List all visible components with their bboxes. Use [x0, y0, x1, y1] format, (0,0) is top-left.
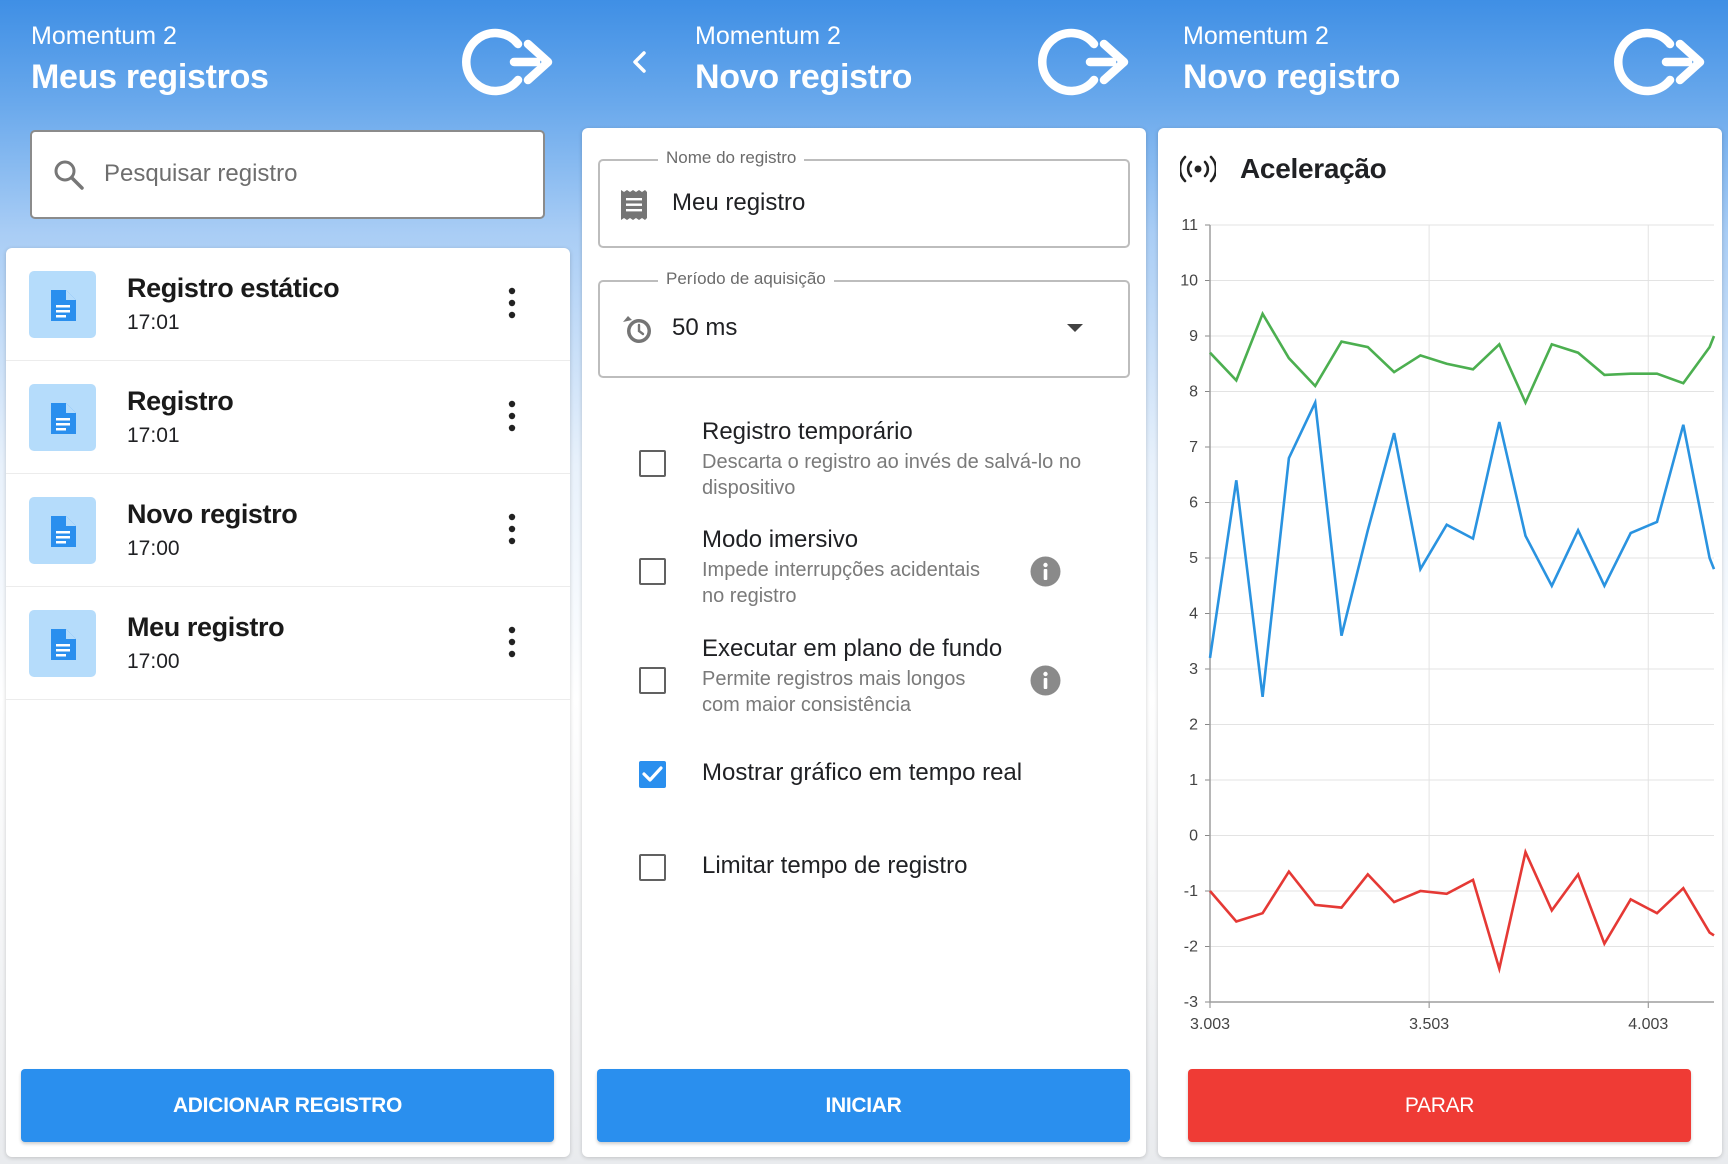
y-tick-label: 1	[1189, 772, 1198, 789]
file-document-icon	[29, 384, 96, 451]
info-icon[interactable]	[1030, 665, 1061, 696]
app-name: Momentum 2	[31, 22, 177, 50]
option-title: Limitar tempo de registro	[702, 852, 968, 879]
record-time: 17:00	[127, 537, 180, 560]
acceleration-chart: -3 -2 -1 0 1 2 3 4 5 6 7 8 9 10 11 3.003 3.503 4.003	[1180, 217, 1716, 1033]
series-line-3	[1209, 848, 1715, 974]
acquisition-period-value: 50 ms	[672, 314, 738, 341]
more-options-icon[interactable]	[501, 512, 523, 546]
option-description: Descarta o registro ao invés de salvá-lo…	[702, 451, 1082, 473]
y-tick-label: 8	[1189, 384, 1198, 401]
x-tick-label: 3.003	[1190, 1016, 1230, 1033]
record-time: 17:01	[127, 311, 180, 334]
record-title: Meu registro	[127, 612, 285, 642]
recording-screen: Momentum 2 Novo registro Aceleração -3 -2…	[1152, 0, 1728, 1164]
y-tick-label: 2	[1189, 717, 1198, 734]
more-options-icon[interactable]	[501, 286, 523, 320]
y-tick-label: -2	[1184, 939, 1198, 956]
chart-title: Aceleração	[1240, 153, 1387, 184]
info-icon[interactable]	[1030, 556, 1061, 587]
app-name: Momentum 2	[1183, 22, 1329, 50]
record-title: Registro	[127, 386, 234, 416]
y-tick-label: -1	[1184, 883, 1198, 900]
back-arrow-icon[interactable]	[622, 40, 658, 84]
x-tick-label: 3.503	[1409, 1016, 1449, 1033]
acquisition-period-label: Período de aquisição	[658, 269, 834, 289]
y-tick-label: 11	[1181, 217, 1198, 234]
y-tick-label: 3	[1189, 661, 1198, 678]
chart-card: Aceleração -3 -2 -1 0 1 2 3 4 5 6 7 8 9 10 11 3.003 3.50…	[1158, 128, 1722, 1157]
option-description: Permite registros mais longos	[702, 668, 966, 690]
option-description: Impede interrupções acidentais	[702, 559, 980, 581]
search-icon	[54, 160, 84, 190]
immersive-mode-checkbox[interactable]	[639, 558, 666, 585]
momentum-logo-icon	[462, 28, 553, 96]
option-description: no registro	[702, 585, 797, 607]
y-tick-label: 4	[1189, 606, 1198, 623]
list-item[interactable]: Registro 17:01	[6, 361, 570, 474]
y-tick-label: 5	[1189, 550, 1198, 567]
y-tick-label: 9	[1189, 328, 1198, 345]
page-title: Novo registro	[1183, 58, 1401, 96]
stop-button[interactable]: PARAR	[1188, 1069, 1691, 1142]
add-record-button[interactable]: ADICIONAR REGISTRO	[21, 1069, 554, 1142]
check-icon	[642, 766, 663, 782]
y-tick-label: -3	[1184, 994, 1198, 1011]
file-document-icon	[29, 610, 96, 677]
search-input[interactable]: Pesquisar registro	[30, 130, 545, 219]
option-title: Registro temporário	[702, 418, 913, 445]
temporary-record-checkbox[interactable]	[639, 450, 666, 477]
momentum-logo-icon	[1614, 28, 1705, 96]
chevron-down-icon	[1067, 324, 1083, 332]
record-title: Registro estático	[127, 273, 340, 303]
page-title: Meus registros	[31, 58, 269, 96]
y-tick-label: 0	[1189, 828, 1198, 845]
option-title: Mostrar gráfico em tempo real	[702, 759, 1023, 786]
acquisition-period-select[interactable]: Período de aquisição 50 ms	[598, 269, 1130, 378]
record-title: Novo registro	[127, 499, 298, 529]
file-document-icon	[29, 271, 96, 338]
list-item[interactable]: Meu registro 17:00	[6, 587, 570, 700]
new-record-screen: Momentum 2 Novo registro Nome do registr…	[576, 0, 1152, 1164]
record-time: 17:00	[127, 650, 180, 673]
records-list: Registro estático 17:01 Registro 17:01 N…	[6, 248, 570, 1157]
realtime-chart-checkbox[interactable]	[639, 761, 666, 788]
records-list-screen: Momentum 2 Meus registros Pesquisar regi…	[0, 0, 576, 1164]
app-name: Momentum 2	[695, 22, 841, 50]
search-placeholder: Pesquisar registro	[104, 160, 298, 187]
y-tick-label: 7	[1189, 439, 1198, 456]
option-title: Executar em plano de fundo	[702, 635, 1003, 662]
start-button[interactable]: INICIAR	[597, 1069, 1130, 1142]
record-name-field[interactable]: Nome do registro Meu registro	[598, 148, 1130, 248]
background-mode-checkbox[interactable]	[639, 667, 666, 694]
record-time: 17:01	[127, 424, 180, 447]
more-options-icon[interactable]	[501, 399, 523, 433]
y-tick-label: 6	[1189, 495, 1198, 512]
y-tick-label: 10	[1180, 273, 1198, 290]
limit-time-checkbox[interactable]	[639, 854, 666, 881]
option-title: Modo imersivo	[702, 526, 859, 553]
option-description: com maior consistência	[702, 694, 911, 716]
more-options-icon[interactable]	[501, 625, 523, 659]
series-line-1	[1209, 310, 1716, 406]
timer-icon	[623, 316, 651, 343]
list-item[interactable]: Novo registro 17:00	[6, 474, 570, 587]
new-record-form: Nome do registro Meu registro Período de…	[582, 128, 1146, 1157]
file-document-icon	[29, 497, 96, 564]
page-title: Novo registro	[695, 58, 913, 96]
list-item[interactable]: Registro estático 17:01	[6, 248, 570, 361]
broadcast-icon	[1180, 155, 1216, 183]
momentum-logo-icon	[1038, 28, 1129, 96]
option-description: dispositivo	[702, 477, 796, 499]
receipt-icon	[621, 190, 647, 220]
record-name-value: Meu registro	[672, 189, 806, 216]
x-tick-label: 4.003	[1628, 1016, 1668, 1033]
record-name-label: Nome do registro	[658, 148, 805, 168]
